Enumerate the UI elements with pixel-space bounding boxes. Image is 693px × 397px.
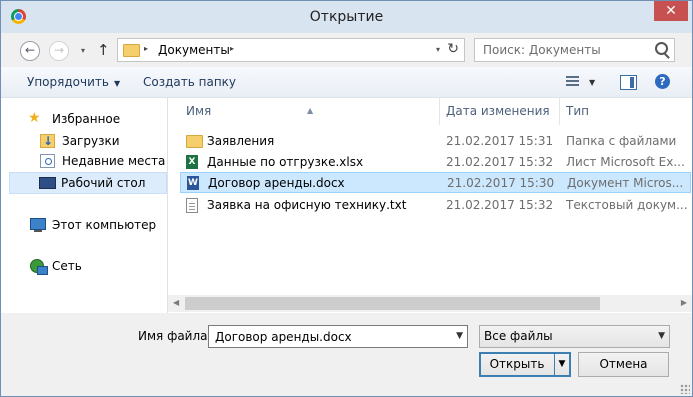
sidebar-item-label: Избранное [52,112,121,126]
back-button[interactable]: ← [20,41,40,61]
file-name: Договор аренды.docx [208,176,345,190]
search-icon[interactable] [655,42,668,55]
downloads-folder-icon [40,131,55,151]
navigation-bar: ← → ▾ ↑ ▸ Документы ▸ ▾ ↻ [1,33,692,67]
excel-icon: X [186,155,198,169]
recent-locations-dropdown[interactable]: ▾ [81,46,85,55]
file-name: Заявка на офисную технику.txt [207,198,407,212]
breadcrumb-separator[interactable]: ▸ [230,44,234,53]
change-view-icon[interactable] [566,76,579,88]
up-button[interactable]: ↑ [97,41,110,59]
dialog-title: Открытие [309,9,384,25]
refresh-icon[interactable]: ↻ [447,41,459,57]
column-header-type[interactable]: Тип [560,98,690,125]
desktop-icon [39,177,56,189]
file-type: Папка с файлами [566,134,677,148]
preview-pane-icon[interactable] [620,75,637,90]
chevron-down-icon: ▼ [113,79,121,88]
scroll-right-icon[interactable]: ▶ [681,298,687,307]
network-icon [30,259,48,275]
file-type-value: Все файлы [484,329,553,343]
folder-icon [186,135,203,148]
column-header-date[interactable]: Дата изменения [440,98,560,125]
sidebar-item-label: Этот компьютер [52,218,157,232]
file-type: Документ Micros... [567,176,684,190]
close-button[interactable]: ✕ [654,1,688,21]
file-type-select[interactable]: Все файлы ▼ [479,325,670,348]
file-list: ▲ Имя Дата изменения Тип Заявления 21.02… [168,98,692,313]
open-file-dialog: Открытие ✕ ← → ▾ ↑ ▸ Документы ▸ ▾ ↻ Упо… [0,0,693,397]
sidebar-item-label: Загрузки [62,134,120,148]
file-row-selected[interactable]: W Договор аренды.docx 21.02.2017 15:30 Д… [180,172,691,193]
open-button[interactable]: Открыть ▼ [479,352,571,377]
file-date: 21.02.2017 15:31 [446,134,554,148]
search-input[interactable] [481,41,655,59]
resize-grip[interactable] [680,384,690,394]
address-dropdown[interactable]: ▾ [436,45,440,54]
column-header-label: Имя [186,104,212,118]
chevron-down-icon: ▼ [658,331,665,341]
computer-icon [30,218,46,232]
view-options-dropdown[interactable]: ▼ [589,78,595,87]
sidebar-item-desktop[interactable]: Рабочий стол [9,172,167,194]
organize-menu[interactable]: Упорядочить ▼ [27,75,120,89]
new-folder-button[interactable]: Создать папку [143,75,236,89]
file-row[interactable]: Заявка на офисную технику.txt 21.02.2017… [180,195,689,215]
file-name: Заявления [207,134,275,148]
column-header-label: Тип [566,104,589,118]
search-box[interactable] [474,38,675,62]
help-icon[interactable]: ? [655,74,670,89]
filename-combobox[interactable]: ▼ [208,325,468,348]
file-date: 21.02.2017 15:32 [446,198,554,212]
scrollbar-thumb[interactable] [185,297,600,310]
filename-field[interactable] [213,328,447,346]
recent-places-icon [40,154,55,168]
file-date: 21.02.2017 15:30 [447,176,555,190]
word-icon: W [187,176,199,190]
chevron-down-icon[interactable]: ▼ [456,331,463,341]
navigation-pane: ★ Избранное Загрузки Недавние места Рабо… [1,98,168,313]
sidebar-item-label: Рабочий стол [61,176,146,190]
file-type: Лист Microsoft Ex... [566,155,685,169]
cancel-button[interactable]: Отмена [578,352,669,377]
sidebar-item-label: Сеть [52,259,82,273]
text-file-icon [186,198,198,213]
file-row[interactable]: X Данные по отгрузке.xlsx 21.02.2017 15:… [180,152,689,172]
file-type: Текстовый докум... [566,198,688,212]
file-name: Данные по отгрузке.xlsx [207,155,364,169]
breadcrumb-documents[interactable]: Документы [158,43,230,57]
star-icon: ★ [28,110,41,126]
scroll-left-icon[interactable]: ◀ [173,298,179,307]
column-header-name[interactable]: ▲ Имя [168,98,440,125]
address-bar[interactable]: ▸ Документы ▸ ▾ ↻ [117,38,465,62]
open-options-dropdown[interactable]: ▼ [554,354,569,375]
folder-icon [123,44,140,57]
filename-label: Имя файла: [138,329,212,343]
command-bar: Упорядочить ▼ Создать папку ▼ ? [1,67,692,98]
sidebar-item-label: Недавние места [62,154,166,168]
dialog-footer: Имя файла: ▼ Все файлы ▼ Открыть ▼ Отмен… [1,314,692,396]
horizontal-scrollbar[interactable]: ◀ ▶ [168,295,692,312]
sort-ascending-icon: ▲ [307,106,314,115]
file-date: 21.02.2017 15:32 [446,155,554,169]
column-header-label: Дата изменения [446,104,550,118]
file-row[interactable]: Заявления 21.02.2017 15:31 Папка с файла… [180,131,689,151]
open-button-label: Открыть [489,357,545,371]
breadcrumb-separator[interactable]: ▸ [144,44,148,53]
organize-label: Упорядочить [27,75,109,89]
forward-button[interactable]: → [49,41,69,61]
title-bar[interactable]: Открытие ✕ [1,1,692,33]
